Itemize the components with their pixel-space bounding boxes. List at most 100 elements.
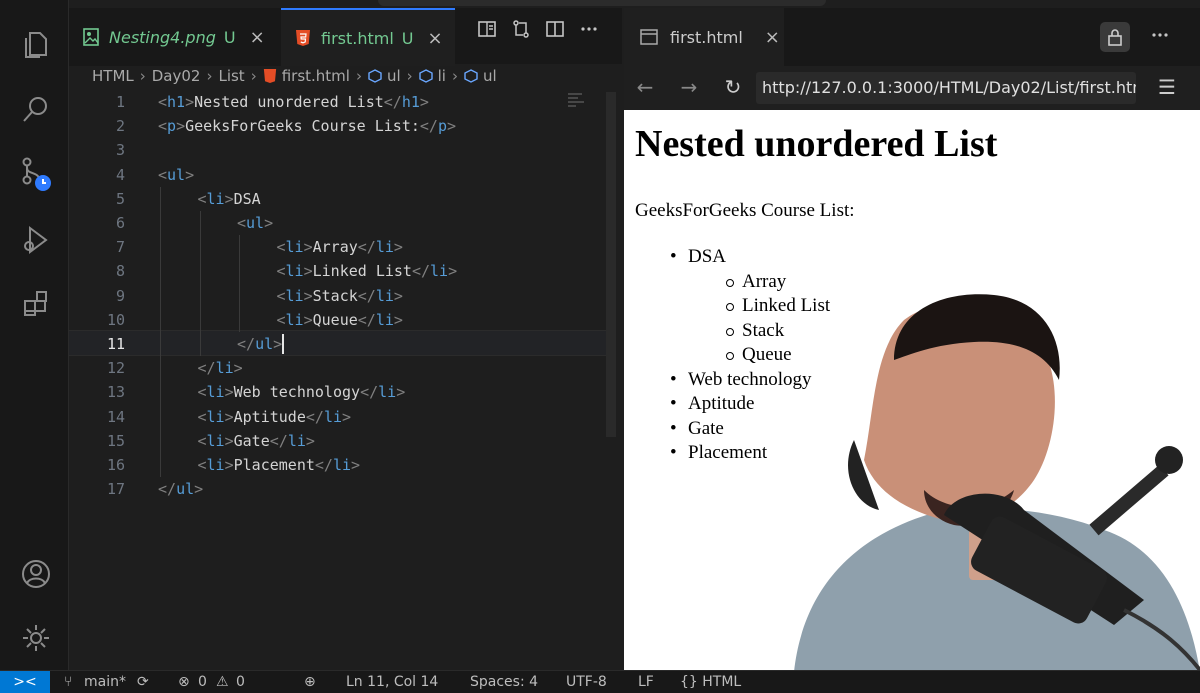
more-actions-icon[interactable] bbox=[1150, 25, 1170, 49]
git-branch[interactable]: main* bbox=[84, 674, 126, 690]
language-mode[interactable]: {} HTML bbox=[680, 674, 741, 690]
tag-name: li bbox=[287, 431, 306, 450]
editor-scrollbar[interactable] bbox=[606, 92, 616, 437]
tag-name: li bbox=[323, 407, 342, 426]
minimap[interactable] bbox=[566, 92, 588, 110]
tag-bracket: < bbox=[158, 93, 168, 111]
text-content: Aptitude bbox=[233, 407, 306, 426]
tag-bracket: > bbox=[185, 165, 195, 184]
text-content: Linked List bbox=[312, 262, 412, 281]
cursor-position[interactable]: Ln 11, Col 14 bbox=[346, 674, 438, 690]
code-line[interactable]: 7 <li>Array</li> bbox=[69, 235, 609, 259]
tag-bracket: < bbox=[237, 214, 247, 232]
line-number: 8 bbox=[115, 262, 125, 281]
code-line[interactable]: 11 </ul> bbox=[69, 332, 609, 356]
tag-bracket: </ bbox=[357, 310, 376, 329]
source-control-icon[interactable] bbox=[18, 156, 54, 192]
settings-gear-icon[interactable] bbox=[18, 620, 54, 656]
code-line[interactable]: 13 <li>Web technology</li> bbox=[69, 380, 609, 404]
code-line[interactable]: 14 <li>Aptitude</li> bbox=[69, 405, 609, 429]
line-number: 16 bbox=[106, 456, 125, 474]
tag-bracket: </ bbox=[360, 383, 379, 402]
tag-name: li bbox=[285, 310, 304, 329]
code-line[interactable]: 15 <li>Gate</li> bbox=[69, 429, 609, 453]
element-icon bbox=[368, 69, 382, 83]
code-line[interactable]: 17 </ul> bbox=[69, 477, 609, 501]
open-preview-icon[interactable] bbox=[476, 18, 498, 40]
search-icon[interactable] bbox=[18, 92, 54, 128]
breadcrumb-item[interactable]: HTML bbox=[92, 67, 134, 85]
code-line[interactable]: 1 <h1>Nested unordered List</h1> bbox=[69, 90, 609, 114]
run-debug-icon[interactable] bbox=[18, 222, 54, 258]
breadcrumb-item[interactable]: Day02 bbox=[152, 67, 201, 85]
error-count[interactable]: 0 bbox=[198, 674, 207, 690]
code-line[interactable]: 16 <li>Placement</li> bbox=[69, 453, 609, 477]
code-line[interactable]: 5 <li>DSA bbox=[69, 187, 609, 211]
close-icon[interactable]: × bbox=[428, 28, 443, 49]
tag-bracket: > bbox=[185, 93, 195, 111]
explorer-icon[interactable] bbox=[18, 26, 54, 62]
close-icon[interactable]: × bbox=[765, 27, 780, 48]
error-icon[interactable]: ⊗ bbox=[178, 674, 190, 690]
tab-first-html[interactable]: first.html U × bbox=[281, 8, 455, 66]
code-line[interactable]: 4 <ul> bbox=[69, 163, 609, 187]
tab-browser-first-html[interactable]: first.html × bbox=[624, 8, 784, 66]
tag-bracket: </ bbox=[269, 431, 288, 450]
back-arrow-icon[interactable]: ← bbox=[632, 74, 658, 100]
code-line[interactable]: 10 <li>Queue</li> bbox=[69, 308, 609, 332]
browser-tab-bar: first.html × bbox=[624, 8, 1200, 66]
tag-bracket: > bbox=[224, 456, 234, 474]
breadcrumb-item[interactable]: li bbox=[438, 67, 446, 85]
code-line[interactable]: 3 bbox=[69, 138, 609, 162]
lock-icon[interactable] bbox=[1100, 22, 1130, 52]
tab-nesting4-png[interactable]: Nesting4.png U × bbox=[69, 8, 281, 66]
reload-icon[interactable]: ↻ bbox=[720, 74, 746, 100]
browser-tab-actions bbox=[1100, 22, 1170, 52]
tag-name: li bbox=[206, 431, 225, 450]
encoding[interactable]: UTF-8 bbox=[566, 674, 607, 690]
warning-count[interactable]: 0 bbox=[236, 674, 245, 690]
code-text: <ul> bbox=[158, 163, 194, 187]
tab-label: Nesting4.png bbox=[109, 27, 216, 47]
code-line[interactable]: 2 <p>GeeksForGeeks Course List:</p> bbox=[69, 114, 609, 138]
forward-arrow-icon[interactable]: → bbox=[676, 74, 702, 100]
text-content: Queue bbox=[312, 310, 358, 329]
code-line[interactable]: 9 <li>Stack</li> bbox=[69, 284, 609, 308]
breadcrumb-item[interactable]: ul bbox=[387, 67, 401, 85]
account-icon[interactable] bbox=[18, 556, 54, 592]
indentation[interactable]: Spaces: 4 bbox=[470, 674, 538, 690]
tag-name: ul bbox=[255, 335, 274, 353]
line-number: 2 bbox=[115, 117, 125, 136]
code-text: <li>Gate</li> bbox=[198, 429, 315, 453]
code-line[interactable]: 8 <li>Linked List</li> bbox=[69, 259, 609, 283]
code-text: <h1>Nested unordered List</h1> bbox=[158, 90, 429, 114]
image-file-icon bbox=[83, 28, 99, 46]
close-icon[interactable]: × bbox=[250, 27, 265, 48]
tag-name: li bbox=[206, 407, 225, 426]
warning-icon[interactable]: ⚠ bbox=[216, 674, 229, 690]
split-editor-icon[interactable] bbox=[544, 18, 566, 40]
code-line[interactable]: 12 </li> bbox=[69, 356, 609, 380]
url-input[interactable]: http://127.0.0.1:3000/HTML/Day02/List/fi… bbox=[756, 72, 1136, 104]
sync-icon[interactable]: ⟳ bbox=[137, 674, 149, 690]
tag-bracket: < bbox=[158, 117, 168, 136]
more-actions-icon[interactable] bbox=[578, 18, 600, 40]
tag-bracket: </ bbox=[305, 407, 324, 426]
breadcrumb-item[interactable]: first.html bbox=[282, 67, 350, 85]
tag-name: ul bbox=[246, 214, 265, 232]
text-content: Stack bbox=[312, 286, 358, 305]
branch-icon: ⑂ bbox=[64, 674, 73, 690]
compare-changes-icon[interactable] bbox=[510, 18, 532, 40]
code-editor[interactable]: 1 <h1>Nested unordered List</h1> 2 <p>Geeks… bbox=[69, 90, 622, 500]
tag-bracket: > bbox=[393, 286, 403, 305]
tag-bracket: > bbox=[303, 238, 313, 257]
breadcrumb-item[interactable]: ul bbox=[483, 67, 497, 85]
extensions-icon[interactable] bbox=[18, 286, 54, 322]
code-text: <li>Aptitude</li> bbox=[198, 405, 352, 429]
code-line[interactable]: 6 <ul> bbox=[69, 211, 609, 235]
remote-indicator[interactable]: >< bbox=[0, 671, 50, 693]
end-of-line[interactable]: LF bbox=[638, 674, 654, 690]
zoom-icon[interactable]: ⊕ bbox=[304, 674, 316, 690]
menu-icon[interactable]: ☰ bbox=[1154, 74, 1180, 100]
breadcrumb-item[interactable]: List bbox=[218, 67, 244, 85]
